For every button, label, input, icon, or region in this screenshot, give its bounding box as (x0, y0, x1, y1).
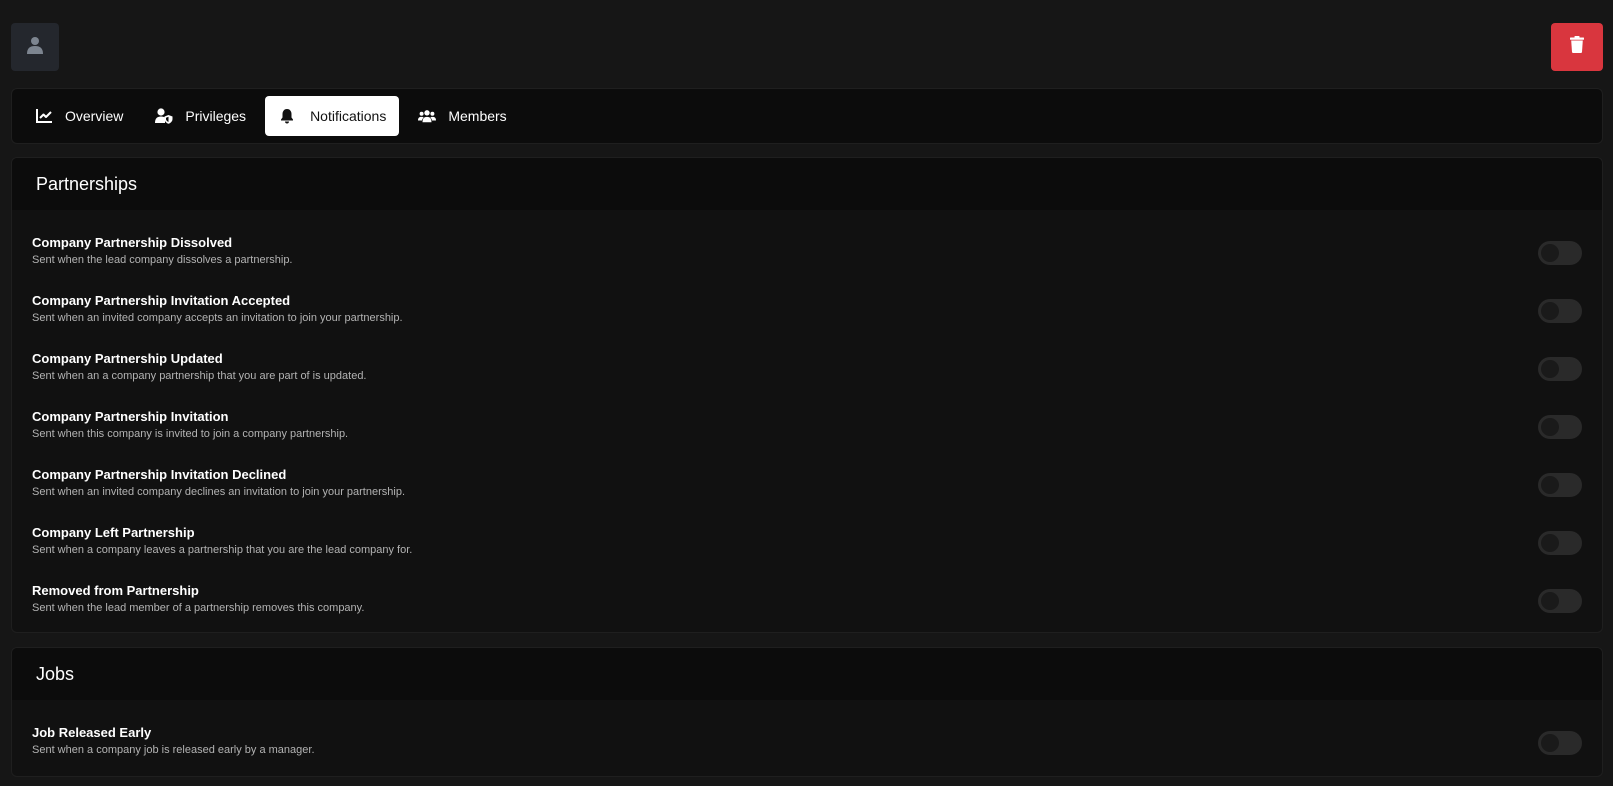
toggle-knob (1541, 734, 1559, 752)
tab-label: Privileges (185, 108, 247, 124)
notification-title: Company Partnership Updated (32, 351, 223, 366)
bell-icon (278, 107, 296, 125)
tab-members[interactable]: Members (405, 96, 519, 136)
notification-description: Sent when the lead company dissolves a p… (32, 254, 293, 266)
trash-icon (1570, 36, 1584, 58)
notification-toggle[interactable] (1538, 357, 1582, 381)
chart-line-icon (35, 107, 53, 125)
notification-row: Company Partnership Invitation Declined … (12, 458, 1602, 516)
notification-row: Company Partnership Updated Sent when an… (12, 342, 1602, 400)
toggle-knob (1541, 302, 1559, 320)
toggle-knob (1541, 418, 1559, 436)
notification-toggle[interactable] (1538, 731, 1582, 755)
notification-toggle[interactable] (1538, 589, 1582, 613)
user-icon (27, 36, 43, 59)
notification-row: Company Left Partnership Sent when a com… (12, 516, 1602, 574)
toggle-knob (1541, 534, 1559, 552)
partnerships-card: Partnerships Company Partnership Dissolv… (11, 157, 1603, 633)
notification-description: Sent when an invited company declines an… (32, 486, 406, 498)
notification-description: Sent when a company job is released earl… (32, 744, 315, 756)
notification-title: Company Partnership Dissolved (32, 235, 233, 250)
section-title: Jobs (12, 648, 1602, 700)
tab-bar: Overview Privileges Notifications Member… (11, 88, 1603, 144)
notification-title: Company Partnership Invitation Declined (32, 467, 287, 482)
notification-description: Sent when this company is invited to joi… (32, 428, 349, 440)
notification-description: Sent when an invited company accepts an … (32, 312, 403, 324)
notification-row: Company Partnership Invitation Accepted … (12, 284, 1602, 342)
notification-toggle[interactable] (1538, 415, 1582, 439)
notification-row: Company Partnership Dissolved Sent when … (12, 226, 1602, 284)
notification-toggle[interactable] (1538, 241, 1582, 265)
tab-overview[interactable]: Overview (22, 96, 136, 136)
notification-description: Sent when a company leaves a partnership… (32, 544, 413, 556)
tab-label: Members (448, 108, 507, 124)
section-title: Partnerships (12, 158, 1602, 210)
notification-row: Removed from Partnership Sent when the l… (12, 574, 1602, 632)
user-shield-icon (155, 107, 173, 125)
tab-label: Notifications (310, 108, 387, 124)
toggle-knob (1541, 592, 1559, 610)
notification-title: Removed from Partnership (32, 583, 199, 598)
notification-toggle[interactable] (1538, 299, 1582, 323)
toggle-knob (1541, 476, 1559, 494)
users-icon (418, 107, 437, 125)
notification-row: Company Partnership Invitation Sent when… (12, 400, 1602, 458)
notification-description: Sent when an a company partnership that … (32, 370, 367, 382)
notification-title: Company Left Partnership (32, 525, 195, 540)
notification-toggle[interactable] (1538, 473, 1582, 497)
notification-toggle[interactable] (1538, 531, 1582, 555)
notification-title: Company Partnership Invitation (32, 409, 229, 424)
tab-label: Overview (65, 108, 124, 124)
toggle-knob (1541, 244, 1559, 262)
delete-button[interactable] (1551, 23, 1603, 71)
notification-description: Sent when the lead member of a partnersh… (32, 602, 365, 614)
tab-notifications[interactable]: Notifications (265, 96, 400, 136)
notification-title: Company Partnership Invitation Accepted (32, 293, 291, 308)
toggle-knob (1541, 360, 1559, 378)
avatar[interactable] (11, 23, 59, 71)
notification-row: Job Released Early Sent when a company j… (12, 716, 1602, 776)
tab-privileges[interactable]: Privileges (142, 96, 259, 136)
notification-title: Job Released Early (32, 725, 152, 740)
jobs-card: Jobs Job Released Early Sent when a comp… (11, 647, 1603, 777)
